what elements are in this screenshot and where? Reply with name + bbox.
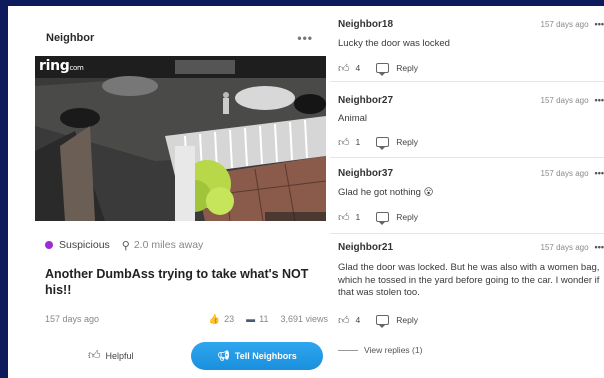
likes-stat: 👍 23	[209, 314, 234, 325]
category-label: Suspicious	[59, 239, 110, 251]
comment-item: Neighbor21 157 days ago ••• Glad the doo…	[330, 234, 604, 334]
comment-text: Animal	[338, 113, 368, 124]
view-replies-link[interactable]: View replies (1)	[338, 345, 422, 355]
ring-logo-sub: com	[69, 64, 84, 72]
reply-button[interactable]: Reply	[396, 315, 418, 325]
reply-button[interactable]: Reply	[396, 63, 418, 73]
card-title: Neighbor	[46, 32, 95, 44]
video-thumbnail[interactable]: ringcom	[35, 56, 326, 221]
post-age: 157 days ago	[45, 314, 100, 324]
thumbs-up-icon[interactable]: 👍︎	[338, 211, 350, 224]
comment-time: 157 days ago	[540, 168, 589, 178]
comments-panel: Neighbor18 157 days ago ••• Lucky the do…	[330, 6, 604, 378]
comment-like-count: 4	[355, 63, 361, 73]
views-stat: 3,691 views	[280, 314, 328, 324]
thumbs-up-icon[interactable]: 👍︎	[338, 62, 350, 75]
comment-time: 157 days ago	[540, 95, 589, 105]
reply-bubble-icon[interactable]	[376, 137, 390, 150]
post-actions: 👍︎ Helpful 📢︎ Tell Neighbors	[28, 342, 328, 372]
post-stats: 157 days ago 👍 23 ▬ 11 3,691 views	[45, 312, 328, 326]
comment-author[interactable]: Neighbor27	[338, 95, 541, 106]
thumbs-up-icon: 👍	[208, 313, 221, 324]
comment-author[interactable]: Neighbor18	[338, 19, 541, 30]
comment-header: Neighbor21 157 days ago •••	[338, 240, 604, 254]
megaphone-icon: 📢︎	[217, 350, 230, 362]
thumbs-up-icon[interactable]: 👍︎	[338, 136, 350, 149]
comment-time: 157 days ago	[540, 242, 589, 252]
tell-neighbors-button[interactable]: 📢︎ Tell Neighbors	[191, 342, 323, 370]
likes-count: 23	[224, 314, 235, 324]
comment-like-count: 1	[355, 137, 361, 147]
comment-more-icon[interactable]: •••	[595, 168, 604, 178]
view-replies-label: View replies (1)	[364, 345, 423, 355]
reply-button[interactable]: Reply	[396, 212, 418, 222]
ring-logo: ringcom	[39, 58, 84, 74]
app-frame: Neighbor ••• ringcom Suspicious ⚲ 2.0 mi…	[8, 6, 604, 378]
location-pin-icon: ⚲	[121, 239, 130, 252]
comment-item: Neighbor18 157 days ago ••• Lucky the do…	[330, 6, 604, 82]
comment-more-icon[interactable]: •••	[595, 242, 604, 252]
reply-button[interactable]: Reply	[396, 137, 418, 147]
comments-stat: ▬ 11	[246, 314, 268, 324]
comment-author[interactable]: Neighbor21	[338, 242, 541, 253]
comment-item: Neighbor27 157 days ago ••• Animal 👍︎ 1 …	[330, 82, 604, 158]
comments-count: 11	[259, 314, 269, 324]
comment-text: Lucky the door was locked	[338, 38, 450, 49]
helpful-button[interactable]: 👍︎ Helpful	[88, 348, 134, 363]
comment-icon: ▬	[246, 314, 256, 324]
tell-neighbors-label: Tell Neighbors	[234, 351, 297, 361]
reply-bubble-icon[interactable]	[376, 63, 390, 76]
post-card: Neighbor ••• ringcom Suspicious ⚲ 2.0 mi…	[28, 20, 328, 378]
thumbs-up-icon[interactable]: 👍︎	[338, 314, 350, 327]
comment-actions: 👍︎ 4 Reply	[338, 313, 418, 328]
card-header: Neighbor •••	[28, 20, 325, 56]
comment-item: Neighbor37 157 days ago ••• Glad he got …	[330, 158, 604, 234]
views-count: 3,691 views	[280, 314, 328, 324]
helpful-label: Helpful	[105, 350, 134, 361]
comment-text: Glad the door was locked. But he was als…	[338, 262, 600, 298]
comment-more-icon[interactable]: •••	[595, 95, 604, 105]
comment-text: Glad he got nothing 😮	[338, 187, 434, 198]
comment-actions: 👍︎ 4 Reply	[338, 61, 418, 76]
reply-bubble-icon[interactable]	[376, 315, 390, 328]
distance-label: 2.0 miles away	[133, 239, 204, 251]
comment-actions: 👍︎ 1 Reply	[338, 135, 418, 150]
comment-like-count: 1	[355, 212, 361, 222]
comment-header: Neighbor27 157 days ago •••	[338, 93, 604, 107]
comment-more-icon[interactable]: •••	[595, 19, 604, 29]
thumbs-up-outline-icon: 👍︎	[88, 348, 101, 362]
ring-logo-text: ring	[39, 58, 70, 74]
comment-header: Neighbor18 157 days ago •••	[338, 17, 604, 31]
comment-author[interactable]: Neighbor37	[338, 168, 541, 179]
comment-like-count: 4	[355, 315, 361, 325]
divider-line	[338, 349, 358, 351]
post-headline: Another DumbAss trying to take what's NO…	[45, 267, 309, 297]
more-icon[interactable]: •••	[297, 31, 313, 45]
category-dot-icon	[45, 241, 53, 249]
comment-header: Neighbor37 157 days ago •••	[338, 166, 604, 180]
reply-bubble-icon[interactable]	[376, 212, 390, 225]
comment-time: 157 days ago	[540, 19, 589, 29]
video-scene	[35, 56, 326, 221]
post-meta: Suspicious ⚲ 2.0 miles away	[45, 236, 325, 254]
comment-actions: 👍︎ 1 Reply	[338, 210, 418, 225]
